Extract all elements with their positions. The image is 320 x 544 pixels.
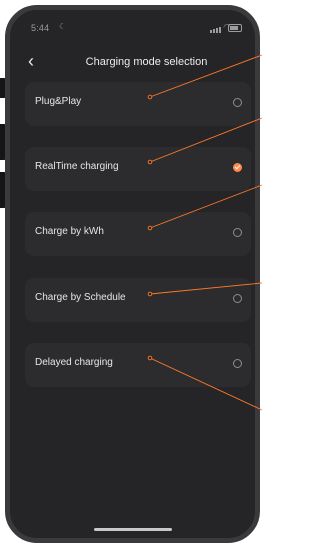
moon-icon: ☾ [59,22,67,31]
page-title: Charging mode selection [85,56,208,68]
mode-option-label: Charge by kWh [35,226,104,237]
battery-icon [228,24,242,32]
status-time: 5:44 [31,23,50,33]
mode-option-charge-by-schedule[interactable]: Charge by Schedule [25,278,251,322]
mode-option-label: Charge by Schedule [35,292,126,303]
signal-icon [210,23,222,33]
status-bar: 5:44 ☾ ◠ [10,10,255,40]
header: ‹ Charging mode selection [10,50,255,78]
phone-frame: 5:44 ☾ ◠ ‹ Charging mode selection Plug&… [5,5,260,543]
radio-button[interactable] [233,228,242,237]
radio-button[interactable] [233,359,242,368]
mode-option-realtime-charging[interactable]: RealTime charging [25,147,251,191]
mode-option-label: Plug&Play [35,96,82,107]
mode-option-plug-and-play[interactable]: Plug&Play [25,82,251,126]
mode-option-charge-by-kwh[interactable]: Charge by kWh [25,212,251,256]
radio-button-checked[interactable] [233,163,242,172]
radio-button[interactable] [233,98,242,107]
radio-button[interactable] [233,294,242,303]
home-indicator [94,528,172,531]
mode-option-delayed-charging[interactable]: Delayed charging [25,343,251,387]
mode-option-label: RealTime charging [35,161,119,172]
mode-option-label: Delayed charging [35,357,113,368]
